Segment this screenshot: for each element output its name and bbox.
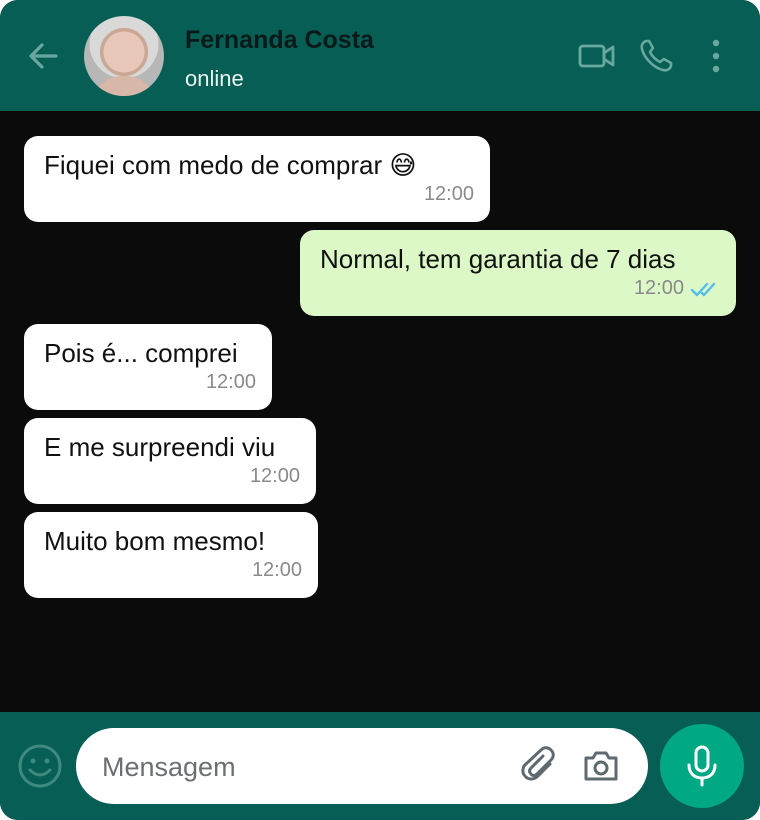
contact-name[interactable]: Fernanda Costa — [185, 26, 374, 55]
message-time: 12:00 — [633, 277, 684, 299]
phone-icon[interactable] — [638, 38, 674, 74]
message-text: Muito bom mesmo! — [44, 526, 266, 556]
contact-avatar[interactable] — [84, 16, 164, 96]
message-meta: 12:00 — [320, 277, 720, 300]
double-check-icon — [690, 282, 716, 296]
camera-icon[interactable] — [582, 748, 620, 784]
message-incoming[interactable]: Muito bom mesmo! 12:00 — [24, 512, 318, 598]
message-input-container — [76, 728, 648, 804]
message-text: E me surpreendi viu — [44, 432, 276, 462]
arrow-left-icon[interactable] — [26, 40, 60, 72]
message-incoming[interactable]: E me surpreendi viu 12:00 — [24, 418, 316, 504]
message-incoming[interactable]: Fiquei com medo de comprar 😅 12:00 — [24, 136, 490, 222]
voice-message-button[interactable] — [660, 724, 744, 808]
chat-window: Fernanda Costa online Fiquei com medo de… — [0, 0, 760, 820]
message-incoming[interactable]: Pois é... comprei 12:00 — [24, 324, 272, 410]
message-time: 12:00 — [423, 183, 474, 205]
message-text: Fiquei com medo de comprar 😅 — [44, 150, 417, 180]
microphone-icon — [687, 745, 717, 787]
message-time: 12:00 — [205, 371, 256, 393]
message-input[interactable] — [100, 744, 494, 790]
avatar-shoulders — [92, 76, 156, 96]
paperclip-icon[interactable] — [520, 746, 560, 786]
message-text: Pois é... comprei — [44, 338, 238, 368]
message-outgoing[interactable]: Normal, tem garantia de 7 dias 12:00 — [300, 230, 736, 316]
message-list: Fiquei com medo de comprar 😅 12:00 Norma… — [0, 111, 760, 712]
contact-status: online — [185, 66, 244, 91]
message-text: Normal, tem garantia de 7 dias — [320, 244, 676, 274]
message-time: 12:00 — [249, 465, 300, 487]
chat-header: Fernanda Costa online — [0, 0, 760, 111]
more-vertical-icon[interactable] — [706, 38, 726, 74]
video-call-icon[interactable] — [578, 42, 616, 70]
emoji-icon[interactable] — [16, 742, 64, 790]
message-time: 12:00 — [251, 559, 302, 581]
